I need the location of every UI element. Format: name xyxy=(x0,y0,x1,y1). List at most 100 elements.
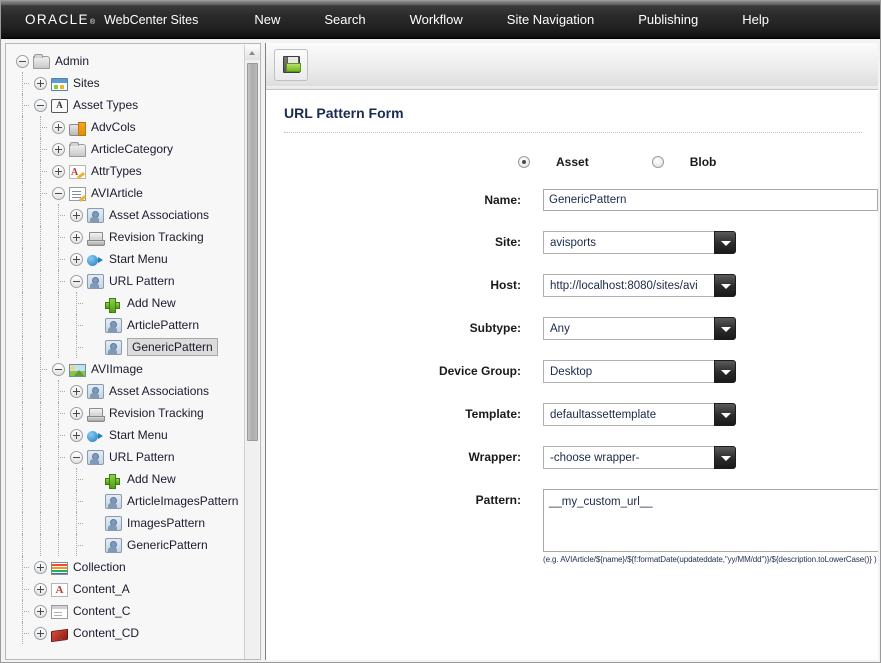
expand-icon[interactable] xyxy=(34,626,47,640)
expand-icon[interactable] xyxy=(70,230,83,244)
device-group-select-value: Desktop xyxy=(543,360,714,383)
collapse-icon[interactable] xyxy=(70,274,83,288)
tree-item-start-menu[interactable]: Start Menu xyxy=(6,424,246,446)
tree-item-label: Revision Tracking xyxy=(109,230,204,244)
tree-guide-line xyxy=(22,248,23,270)
tree-item-label: AVIArticle xyxy=(91,186,143,200)
tree-guide-line xyxy=(58,336,59,358)
expand-icon[interactable] xyxy=(52,164,65,178)
expand-icon[interactable] xyxy=(34,76,47,90)
tree-item-content-cd[interactable]: Content_CD xyxy=(6,622,246,644)
expand-icon[interactable] xyxy=(70,252,83,266)
site-select[interactable]: avisports xyxy=(543,231,736,254)
revision-tracking-icon xyxy=(87,407,105,422)
collapse-icon[interactable] xyxy=(16,54,29,68)
url-pattern-icon xyxy=(105,538,122,553)
tree-item-start-menu[interactable]: Start Menu xyxy=(6,248,246,270)
chevron-down-icon xyxy=(714,317,736,340)
tree-item-asset-associations[interactable]: Asset Associations xyxy=(6,204,246,226)
radio-blob[interactable] xyxy=(651,156,664,168)
tree-guide-line xyxy=(40,446,41,468)
tree-guide-line xyxy=(40,292,41,314)
tree-item-url-pattern[interactable]: URL Pattern xyxy=(6,446,246,468)
tree-item-asset-types[interactable]: Asset Types xyxy=(6,94,246,116)
sites-icon xyxy=(51,77,68,91)
expand-icon[interactable] xyxy=(34,604,47,618)
tree-guide-line xyxy=(40,226,41,248)
tree-guide-line xyxy=(40,270,41,292)
tree-item-admin[interactable]: Admin xyxy=(6,50,246,72)
expand-icon[interactable] xyxy=(70,208,83,222)
radio-asset-label: Asset xyxy=(556,155,589,169)
tree-item-genericpattern[interactable]: GenericPattern xyxy=(6,336,246,358)
tree-item-content-a[interactable]: Content_A xyxy=(6,578,246,600)
expand-icon[interactable] xyxy=(70,428,83,442)
tree-item-asset-associations[interactable]: Asset Associations xyxy=(6,380,246,402)
expand-icon[interactable] xyxy=(70,384,83,398)
nav-item-publishing[interactable]: Publishing xyxy=(638,8,698,31)
template-select-value: defaultassettemplate xyxy=(543,403,714,426)
tree-item-aviarticle[interactable]: AVIArticle xyxy=(6,182,246,204)
tree-guide-line xyxy=(22,204,23,226)
wrapper-select[interactable]: -choose wrapper- xyxy=(543,446,736,469)
collapse-icon[interactable] xyxy=(70,450,83,464)
tree-guide-line xyxy=(58,292,59,314)
folder-icon xyxy=(69,141,86,157)
host-select[interactable]: http://localhost:8080/sites/avi xyxy=(543,274,736,297)
radio-asset[interactable] xyxy=(518,156,530,168)
content-a-icon xyxy=(51,582,68,597)
tree-item-aviimage[interactable]: AVIImage xyxy=(6,358,246,380)
tree-guide-stub xyxy=(76,325,83,326)
tree-item-content-c[interactable]: Content_C xyxy=(6,600,246,622)
nav-item-new[interactable]: New xyxy=(254,8,280,31)
tree-scrollbar[interactable] xyxy=(244,45,260,659)
nav-item-help[interactable]: Help xyxy=(742,8,769,31)
tree-item-sites[interactable]: Sites xyxy=(6,72,246,94)
expand-icon[interactable] xyxy=(34,582,47,596)
tree-guide-stub xyxy=(22,567,29,568)
nav-item-workflow[interactable]: Workflow xyxy=(410,8,463,31)
tree-item-advcols[interactable]: AdvCols xyxy=(6,116,246,138)
save-icon xyxy=(282,56,301,73)
nav-item-search[interactable]: Search xyxy=(324,8,365,31)
start-menu-icon xyxy=(87,254,104,267)
tree-item-revision-tracking[interactable]: Revision Tracking xyxy=(6,402,246,424)
collapse-icon[interactable] xyxy=(34,98,47,112)
tree-item-imagespattern[interactable]: ImagesPattern xyxy=(6,512,246,534)
collapse-icon[interactable] xyxy=(52,186,65,200)
device-group-select[interactable]: Desktop xyxy=(543,360,736,383)
tree-item-add-new[interactable]: Add New xyxy=(6,468,246,490)
expand-icon[interactable] xyxy=(34,560,47,574)
top-header-bar: ORACLE ® WebCenter Sites New Search Work… xyxy=(1,1,880,39)
tree-item-articlecategory[interactable]: ArticleCategory xyxy=(6,138,246,160)
scrollbar-thumb[interactable] xyxy=(247,63,258,441)
tree-item-articlepattern[interactable]: ArticlePattern xyxy=(6,314,246,336)
tree-item-add-new[interactable]: Add New xyxy=(6,292,246,314)
scroll-up-arrow-icon[interactable] xyxy=(245,45,260,60)
tree-item-label: ArticlePattern xyxy=(127,318,200,332)
name-input[interactable] xyxy=(543,189,878,211)
save-button[interactable] xyxy=(274,48,308,81)
content-c-icon xyxy=(51,604,68,619)
url-pattern-icon xyxy=(87,450,104,465)
nav-item-site-navigation[interactable]: Site Navigation xyxy=(507,8,594,31)
tree-item-articleimagespattern[interactable]: ArticleImagesPattern xyxy=(6,490,246,512)
tree-guide-line xyxy=(58,512,59,534)
tree-item-collection[interactable]: Collection xyxy=(6,556,246,578)
template-select[interactable]: defaultassettemplate xyxy=(543,403,736,426)
tree-item-revision-tracking[interactable]: Revision Tracking xyxy=(6,226,246,248)
expand-icon[interactable] xyxy=(52,142,65,156)
subtype-select[interactable]: Any xyxy=(543,317,736,340)
tree-item-attrtypes[interactable]: AttrTypes xyxy=(6,160,246,182)
expand-icon[interactable] xyxy=(70,406,83,420)
pattern-textarea[interactable] xyxy=(543,489,878,552)
navigation-tree: Admin Sites Asset Types AdvCols ArticleCateg… xyxy=(6,44,246,659)
collapse-icon[interactable] xyxy=(52,362,65,376)
pattern-hint-text: (e.g. AVIArticle/${name}/${f:formatDate(… xyxy=(543,555,877,564)
expand-icon[interactable] xyxy=(52,120,65,134)
tree-item-label: AVIImage xyxy=(91,362,143,376)
tree-item-url-pattern[interactable]: URL Pattern xyxy=(6,270,246,292)
tree-item-genericpattern[interactable]: GenericPattern xyxy=(6,534,246,556)
image-icon xyxy=(69,363,86,377)
